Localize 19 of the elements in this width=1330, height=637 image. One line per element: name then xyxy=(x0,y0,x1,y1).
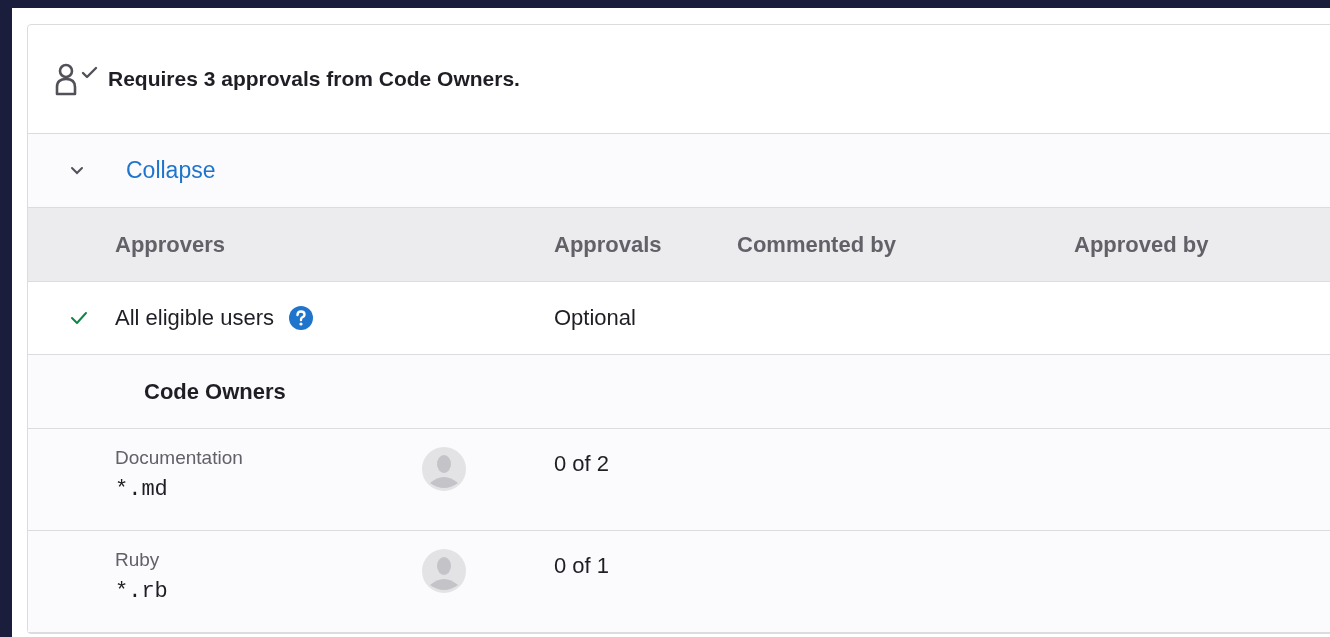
avatar-icon xyxy=(422,549,466,593)
column-header: Approved by xyxy=(1074,231,1210,258)
help-icon[interactable] xyxy=(287,305,314,331)
collapse-button[interactable]: Collapse xyxy=(28,157,216,184)
approver-name: All eligible users xyxy=(115,305,274,331)
owner-group-name: Documentation xyxy=(115,447,244,469)
approvals-value: 0 of 2 xyxy=(554,450,611,477)
approvals-value: Optional xyxy=(554,305,637,331)
approval-summary: Requires 3 approvals from Code Owners. xyxy=(108,67,520,91)
avatar-icon xyxy=(422,447,466,491)
chevron-down-icon xyxy=(70,165,84,176)
section-title: Code Owners xyxy=(143,378,287,405)
file-pattern: *.md xyxy=(115,477,169,502)
owner-group-name: Ruby xyxy=(115,549,161,571)
column-header: Commented by xyxy=(737,231,897,258)
file-pattern: *.rb xyxy=(115,579,169,604)
approvals-value: 0 of 1 xyxy=(554,552,611,579)
column-header: Approvers xyxy=(115,231,227,258)
column-header: Approvals xyxy=(554,231,663,258)
